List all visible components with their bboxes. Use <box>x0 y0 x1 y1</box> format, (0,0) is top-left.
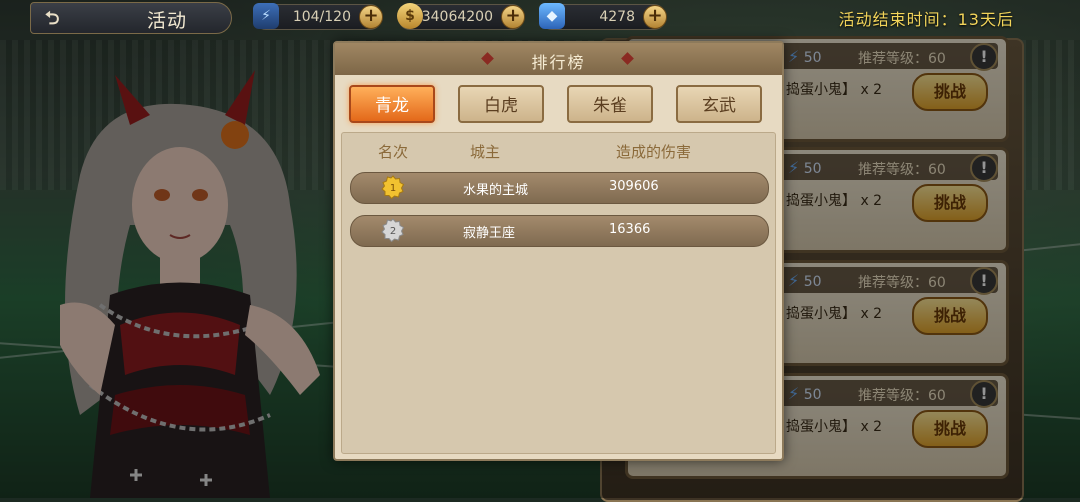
stamina-resource: ⚡ 104/120 + <box>253 3 383 30</box>
svg-text:2: 2 <box>390 226 396 237</box>
header-damage: 造成的伤害 <box>616 143 692 161</box>
modal-title: 排行榜 <box>531 53 586 72</box>
event-end-time: 活动结束时间：13天后 <box>838 10 1014 29</box>
svg-text:1: 1 <box>390 183 396 194</box>
gold-resource: $ 34064200 + <box>397 3 525 30</box>
modal-header: 排行榜 <box>335 43 782 75</box>
tab-qinglong[interactable]: 青龙 <box>349 85 435 123</box>
header-rank: 名次 <box>378 143 409 161</box>
lord-name: 水果的主城 <box>463 183 529 198</box>
stamina-bolt-icon: ⚡ <box>253 3 279 29</box>
back-button[interactable]: ⮌ 活动 <box>30 2 232 34</box>
gem-resource: ◆ 4278 + <box>539 3 667 30</box>
tab-zhuque[interactable]: 朱雀 <box>567 85 653 123</box>
silver-medal-icon: 2 <box>381 218 405 242</box>
tab-xuanwu[interactable]: 玄武 <box>676 85 762 123</box>
gold-coin-icon: $ <box>397 3 423 29</box>
add-stamina-button[interactable]: + <box>359 5 383 29</box>
lord-name: 寂静王座 <box>463 226 516 241</box>
ranking-modal: 排行榜 青龙 白虎 朱雀 玄武 名次 城主 造成的伤害 1 水果的主城 3096… <box>333 41 784 461</box>
damage-value: 16366 <box>609 222 651 237</box>
page-title: 活动 <box>147 10 188 32</box>
header-lord: 城主 <box>470 143 501 161</box>
gold-medal-icon: 1 <box>381 175 405 199</box>
table-row: 1 水果的主城 309606 <box>350 172 769 204</box>
add-gems-button[interactable]: + <box>643 5 667 29</box>
tab-baihu[interactable]: 白虎 <box>458 85 544 123</box>
damage-value: 309606 <box>609 179 659 194</box>
back-arrow-icon: ⮌ <box>45 8 60 29</box>
add-gold-button[interactable]: + <box>501 5 525 29</box>
table-row: 2 寂静王座 16366 <box>350 215 769 247</box>
gem-card-icon: ◆ <box>539 3 565 29</box>
ranking-table: 名次 城主 造成的伤害 1 水果的主城 309606 2 寂静王座 16366 <box>341 132 776 454</box>
top-bar: ⮌ 活动 ⚡ 104/120 + $ 34064200 + ◆ 4278 + 活… <box>0 0 1080 36</box>
